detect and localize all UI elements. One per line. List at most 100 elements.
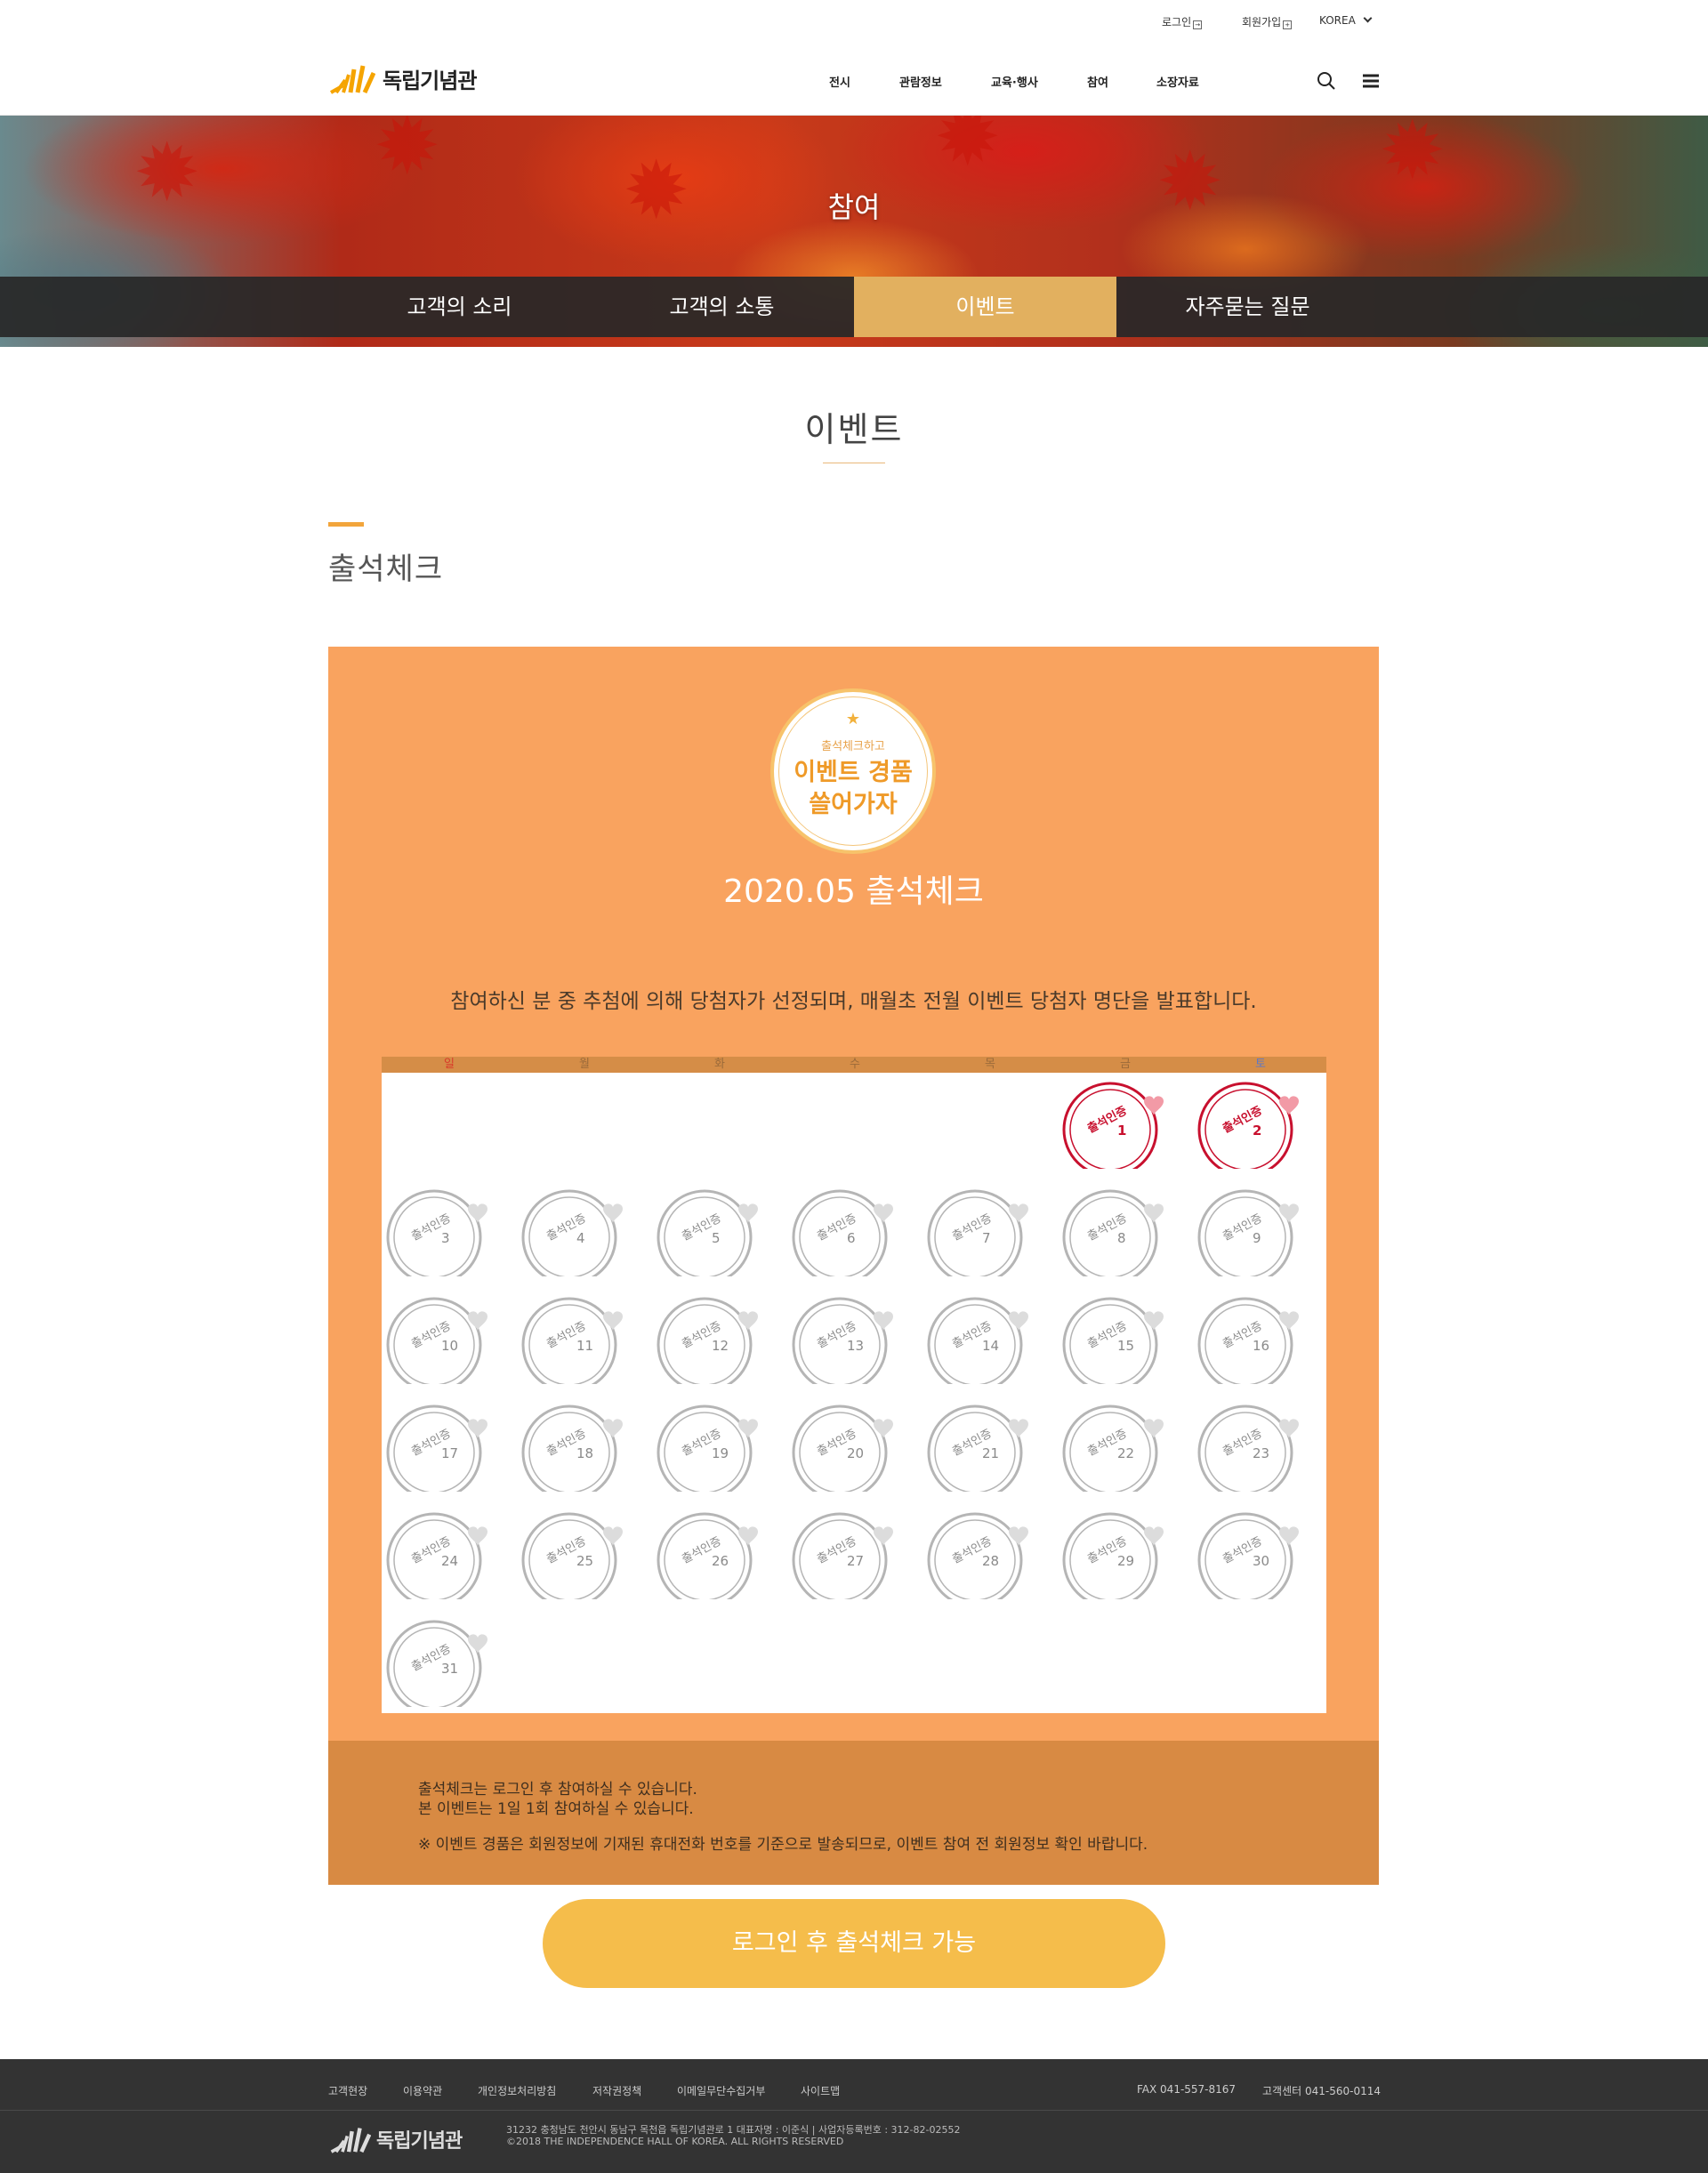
attendance-stamp: 출석인증 14 [927, 1295, 1043, 1384]
weekday-label: 수 [850, 1058, 860, 1071]
tab-event[interactable]: 이벤트 [854, 277, 1116, 337]
weekday-label: 목 [985, 1058, 995, 1071]
footer-link-copyright[interactable]: 저작권정책 [592, 2083, 641, 2098]
stamp-day: 10 [441, 1338, 459, 1354]
stamp-day: 29 [1117, 1553, 1135, 1569]
stamp-day: 27 [847, 1553, 865, 1569]
join-icon: + [1283, 20, 1293, 29]
login-check-button[interactable]: 로그인 후 출석체크 가능 [543, 1899, 1165, 1988]
attendance-stamp: 출석인증 27 [792, 1510, 907, 1599]
stamp-day: 9 [1253, 1230, 1261, 1246]
attendance-stamp: 출석인증 18 [521, 1403, 637, 1492]
attendance-stamp: 출석인증 22 [1062, 1403, 1178, 1492]
nav-item-education[interactable]: 교육·행사 [991, 73, 1038, 90]
stamp-day: 12 [712, 1338, 729, 1354]
attendance-stamp: 출석인증 26 [657, 1510, 772, 1599]
sun-logo-icon [330, 65, 375, 94]
stamp-day: 14 [982, 1338, 1000, 1354]
utility-bar: 로그인 → 회원가입 + KOREA [0, 0, 1708, 43]
stamp-day: 3 [441, 1230, 450, 1246]
header: 독립기념관 전시 관람정보 교육·행사 참여 소장자료 [0, 43, 1708, 116]
notice-line-3: ※ 이벤트 경품은 회원정보에 기재된 휴대전화 번호를 기준으로 발송되므로,… [418, 1836, 1148, 1854]
star-icon: ★ [845, 710, 861, 728]
stamp-day: 11 [576, 1338, 594, 1354]
stamp-day: 28 [982, 1553, 1000, 1569]
stamp-day: 17 [441, 1445, 459, 1461]
nav-item-exhibition[interactable]: 전시 [829, 73, 850, 90]
footer-link-terms[interactable]: 이용약관 [403, 2083, 442, 2098]
stamp-day: 2 [1253, 1123, 1262, 1139]
login-label: 로그인 [1162, 16, 1192, 28]
stamp-day: 16 [1253, 1338, 1270, 1354]
footer-fax: FAX 041-557-8167 [1137, 2083, 1237, 2096]
footer-link-sitemap[interactable]: 사이트맵 [801, 2083, 840, 2098]
attendance-stamp: 출석인증 7 [927, 1187, 1043, 1276]
footer-link-email-refusal[interactable]: 이메일무단수집거부 [677, 2083, 765, 2098]
event-description: 참여하신 분 중 추첨에 의해 당첨자가 선정되며, 매월초 전월 이벤트 당첨… [450, 990, 1257, 1013]
badge-headline: 이벤트 경품 쓸어가자 [774, 757, 932, 821]
nav-item-visit-info[interactable]: 관람정보 [899, 73, 942, 90]
language-select[interactable]: KOREA [1319, 13, 1373, 27]
stamp-day: 4 [576, 1230, 585, 1246]
maple-leaf-icon: ✹ [934, 116, 1002, 184]
footer-call-center: 고객센터 041-560-0114 [1262, 2085, 1381, 2097]
badge-line-2: 쓸어가자 [809, 791, 898, 818]
stamp-day: 26 [712, 1553, 729, 1569]
attendance-stamp: 출석인증 19 [657, 1403, 772, 1492]
attendance-stamp: 출석인증 16 [1197, 1295, 1313, 1384]
footer-link-privacy[interactable]: 개인정보처리방침 [478, 2083, 556, 2098]
site-logo[interactable]: 독립기념관 [327, 60, 477, 96]
stamp-day: 7 [982, 1230, 991, 1246]
maple-leaf-icon: ✹ [374, 116, 441, 193]
attendance-stamp: 출석인증 20 [792, 1403, 907, 1492]
search-icon[interactable] [1317, 71, 1336, 91]
stamp-day: 5 [712, 1230, 721, 1246]
stamp-day: 8 [1117, 1230, 1126, 1246]
footer-link-customer-charter[interactable]: 고객현장 [328, 2083, 367, 2098]
hero-banner: ✹ ✹ ✹ ✹ ✹ ✹ 참여 고객의 소리 고객의 소통 이벤트 자주묻는 질문 [0, 116, 1708, 347]
tab-customer-voice[interactable]: 고객의 소리 [328, 277, 591, 337]
page-title: 이벤트 [804, 410, 904, 449]
sub-nav: 고객의 소리 고객의 소통 이벤트 자주묻는 질문 [0, 277, 1708, 337]
attendance-stamp: 출석인증 28 [927, 1510, 1043, 1599]
hero-title: 참여 [827, 190, 881, 224]
join-link[interactable]: 회원가입 + [1242, 14, 1293, 29]
join-label: 회원가입 [1242, 16, 1282, 28]
stamp-day: 30 [1253, 1553, 1270, 1569]
stamp-day: 31 [441, 1661, 459, 1677]
nav-item-participation[interactable]: 참여 [1087, 73, 1108, 90]
section-accent-bar [328, 522, 364, 527]
attendance-stamp: 출석인증 6 [792, 1187, 907, 1276]
section-title: 출석체크 [328, 551, 444, 587]
stamp-day: 21 [982, 1445, 1000, 1461]
attendance-stamp: 출석인증 8 [1062, 1187, 1178, 1276]
tab-faq[interactable]: 자주묻는 질문 [1116, 277, 1379, 337]
attendance-stamp: 출석인증 31 [386, 1618, 502, 1707]
stamp-day: 25 [576, 1553, 594, 1569]
weekday-label: 화 [714, 1058, 725, 1071]
footer: 고객현장 이용약관 개인정보처리방침 저작권정책 이메일무단수집거부 사이트맵 … [0, 2059, 1708, 2173]
login-link[interactable]: 로그인 → [1162, 14, 1203, 29]
nav-item-collection[interactable]: 소장자료 [1156, 73, 1199, 90]
tab-customer-communication[interactable]: 고객의 소통 [591, 277, 853, 337]
stamp-day: 13 [847, 1338, 865, 1354]
attendance-calendar: 일월화수목금토 출석인증 1 출석인증 2 출석인증 3 출석인증 4 출석인증 5 출석인증 6 출석… [382, 1057, 1326, 1713]
weekday-label: 토 [1255, 1058, 1266, 1071]
attendance-stamp: 출석인증 15 [1062, 1295, 1178, 1384]
attendance-stamp: 출석인증 13 [792, 1295, 907, 1384]
weekday-label: 금 [1120, 1058, 1131, 1071]
attendance-stamp: 출석인증 2 [1197, 1080, 1313, 1169]
attendance-stamp: 출석인증 25 [521, 1510, 637, 1599]
attendance-stamp: 출석인증 1 [1062, 1080, 1178, 1169]
attendance-stamp: 출석인증 9 [1197, 1187, 1313, 1276]
attendance-stamp: 출석인증 4 [521, 1187, 637, 1276]
attendance-stamp: 출석인증 12 [657, 1295, 772, 1384]
attendance-stamp: 출석인증 3 [386, 1187, 502, 1276]
stamp-day: 19 [712, 1445, 729, 1461]
attendance-stamp: 출석인증 30 [1197, 1510, 1313, 1599]
weekday-label: 일 [444, 1058, 455, 1071]
stamp-day: 15 [1117, 1338, 1135, 1354]
login-icon: → [1193, 20, 1203, 29]
menu-icon[interactable] [1361, 71, 1381, 91]
footer-copyright: ©2018 THE INDEPENDENCE HALL OF KOREA. AL… [506, 2136, 844, 2147]
